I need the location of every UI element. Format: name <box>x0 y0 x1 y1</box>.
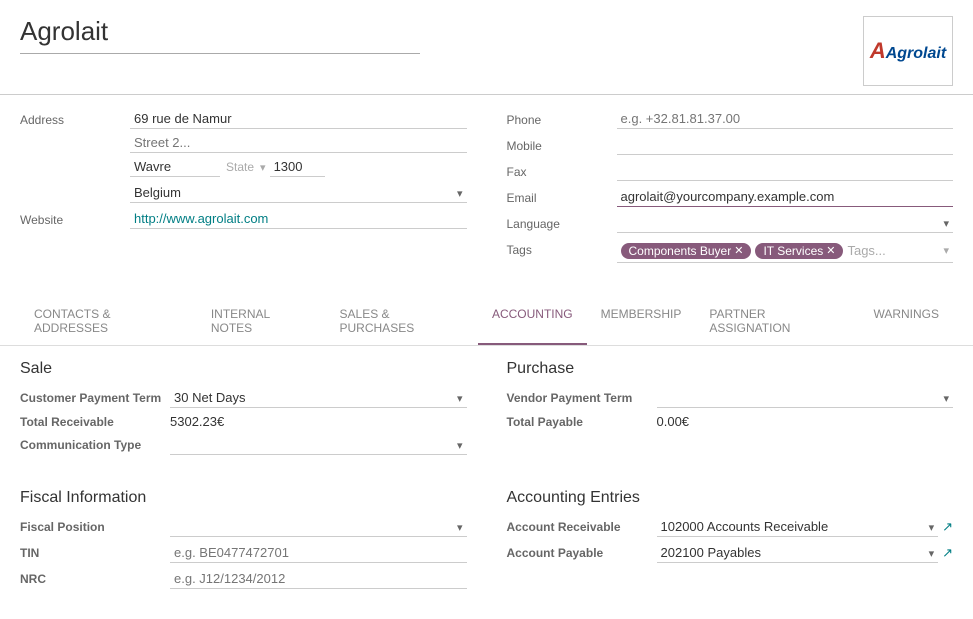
account-receivable-select[interactable]: 102000 Accounts Receivable <box>657 517 939 537</box>
account-receivable-ext-link[interactable]: ↗ <box>942 519 953 535</box>
phone-input[interactable] <box>617 109 954 129</box>
sale-section-title: Sale <box>20 360 467 378</box>
total-receivable-value: 5302.23€ <box>170 414 224 429</box>
nrc-label: NRC <box>20 572 170 586</box>
tag-label: Components Buyer <box>629 244 732 258</box>
fiscal-position-select[interactable] <box>170 517 467 537</box>
email-input[interactable] <box>617 187 954 207</box>
phone-label: Phone <box>507 109 617 127</box>
tags-placeholder: Tags... <box>847 243 885 258</box>
purchase-section-title: Purchase <box>507 360 954 378</box>
tags-field[interactable]: Components Buyer ✕ IT Services ✕ Tags...… <box>617 239 954 263</box>
mobile-label: Mobile <box>507 135 617 153</box>
vendor-payment-term-label: Vendor Payment Term <box>507 391 657 405</box>
street2-input[interactable] <box>130 133 467 153</box>
language-select[interactable] <box>617 213 954 233</box>
website-input[interactable] <box>130 209 467 229</box>
total-receivable-label: Total Receivable <box>20 415 170 429</box>
account-payable-label: Account Payable <box>507 546 657 560</box>
communication-type-select[interactable] <box>170 435 467 455</box>
tab-membership[interactable]: MEMBERSHIP <box>587 299 696 345</box>
tags-arrow: ▾ <box>943 244 949 257</box>
page-title: Agrolait <box>20 16 420 54</box>
address-label: Address <box>20 109 130 127</box>
state-arrow: ▾ <box>260 161 266 174</box>
account-payable-select[interactable]: 202100 Payables <box>657 543 939 563</box>
tab-partner[interactable]: PARTNER ASSIGNATION <box>695 299 859 345</box>
street1-input[interactable] <box>130 109 467 129</box>
state-label: State <box>224 160 256 174</box>
fiscal-section-title: Fiscal Information <box>20 489 467 507</box>
language-label: Language <box>507 213 617 231</box>
tin-input[interactable] <box>170 543 467 563</box>
payment-term-label: Customer Payment Term <box>20 391 170 405</box>
website-label: Website <box>20 209 130 227</box>
tag-label: IT Services <box>763 244 823 258</box>
communication-type-label: Communication Type <box>20 438 170 452</box>
email-label: Email <box>507 187 617 205</box>
tab-sales[interactable]: SALES & PURCHASES <box>326 299 478 345</box>
nrc-input[interactable] <box>170 569 467 589</box>
payment-term-select[interactable]: 30 Net Days <box>170 388 467 408</box>
logo-name: Agrolait <box>886 45 946 62</box>
tag-remove-it-services[interactable]: ✕ <box>826 244 835 257</box>
mobile-input[interactable] <box>617 135 954 155</box>
total-payable-label: Total Payable <box>507 415 657 429</box>
zip-input[interactable] <box>270 157 325 177</box>
tabs-bar: CONTACTS & ADDRESSES INTERNAL NOTES SALE… <box>0 299 973 346</box>
fiscal-position-label: Fiscal Position <box>20 520 170 534</box>
account-payable-ext-link[interactable]: ↗ <box>942 545 953 561</box>
country-select[interactable]: Belgium <box>130 183 467 203</box>
company-logo: AAgrolait <box>863 16 953 86</box>
logo-letter: A <box>870 38 886 63</box>
tags-label: Tags <box>507 239 617 257</box>
tab-contacts[interactable]: CONTACTS & ADDRESSES <box>20 299 197 345</box>
fax-input[interactable] <box>617 161 954 181</box>
vendor-payment-term-select[interactable] <box>657 388 954 408</box>
tab-accounting[interactable]: ACCOUNTING <box>478 299 587 345</box>
total-payable-value: 0.00€ <box>657 414 690 429</box>
city-input[interactable] <box>130 157 220 177</box>
tag-remove-components-buyer[interactable]: ✕ <box>734 244 743 257</box>
accounting-entries-title: Accounting Entries <box>507 489 954 507</box>
account-receivable-label: Account Receivable <box>507 520 657 534</box>
fax-label: Fax <box>507 161 617 179</box>
tag-components-buyer[interactable]: Components Buyer ✕ <box>621 243 752 259</box>
tag-it-services[interactable]: IT Services ✕ <box>755 243 843 259</box>
tab-warnings[interactable]: WARNINGS <box>859 299 953 345</box>
tin-label: TIN <box>20 546 170 560</box>
tab-notes[interactable]: INTERNAL NOTES <box>197 299 326 345</box>
